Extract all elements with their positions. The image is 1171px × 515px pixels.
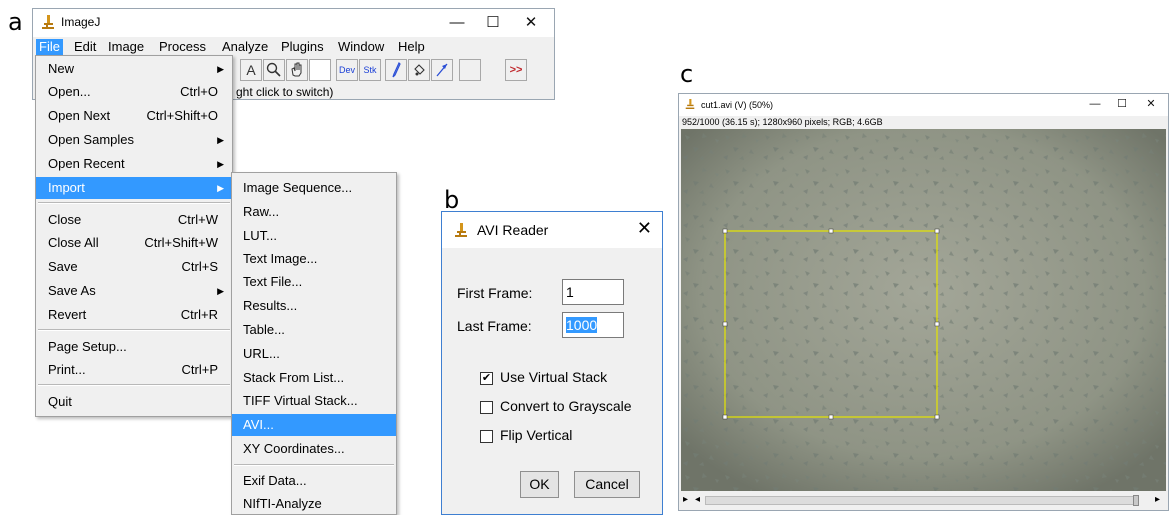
- microscope-icon: [455, 223, 467, 237]
- menu-edit[interactable]: Edit: [71, 39, 99, 55]
- file-menu-open-next[interactable]: Open Next Ctrl+Shift+O: [36, 105, 232, 127]
- menu-separator: [38, 384, 230, 386]
- scroll-right-button[interactable]: ▸: [1155, 494, 1160, 505]
- import-lut[interactable]: LUT...: [232, 225, 396, 247]
- stk-tool[interactable]: Stk: [359, 59, 381, 81]
- maximize-button[interactable]: ☐: [473, 11, 513, 35]
- import-text-file[interactable]: Text File...: [232, 271, 396, 293]
- microscope-icon: [685, 99, 695, 109]
- dialog-title: AVI Reader: [477, 222, 549, 238]
- scroll-left-button[interactable]: ◂: [695, 494, 700, 505]
- microscope-icon: [42, 15, 54, 29]
- convert-grayscale-checkbox[interactable]: [480, 401, 493, 414]
- menu-bar: File Edit Image Process Analyze Plugins …: [33, 37, 554, 57]
- file-menu-save[interactable]: Save Ctrl+S: [36, 256, 232, 278]
- arrow-tool-icon[interactable]: [431, 59, 453, 81]
- brush-icon[interactable]: [385, 59, 407, 81]
- close-button[interactable]: ✕: [1131, 92, 1171, 116]
- hand-icon[interactable]: [286, 59, 308, 81]
- window-title: ImageJ: [61, 15, 101, 29]
- file-menu-print[interactable]: Print... Ctrl+P: [36, 359, 232, 381]
- menu-separator: [38, 202, 230, 204]
- chevron-right-icon: ▶: [217, 135, 224, 145]
- flip-vertical-checkbox[interactable]: [480, 430, 493, 443]
- avi-reader-dialog: AVI Reader ✕ First Frame: 1 Last Frame: …: [441, 211, 663, 515]
- import-results[interactable]: Results...: [232, 295, 396, 317]
- text-tool[interactable]: A: [240, 59, 262, 81]
- convert-grayscale-label: Convert to Grayscale: [500, 398, 632, 414]
- menu-separator: [38, 329, 230, 331]
- scroll-thumb[interactable]: [1133, 495, 1139, 506]
- scroll-left-icon[interactable]: ▸: [683, 494, 688, 505]
- file-menu-open-recent[interactable]: Open Recent ▶: [36, 153, 232, 175]
- import-image-sequence[interactable]: Image Sequence...: [232, 177, 396, 199]
- import-nifti-analyze[interactable]: NIfTI-Analyze: [232, 493, 396, 515]
- import-exif-data[interactable]: Exif Data...: [232, 470, 396, 492]
- use-virtual-stack-checkbox[interactable]: ✔: [480, 372, 493, 385]
- file-menu-page-setup[interactable]: Page Setup...: [36, 336, 232, 358]
- status-text: ght click to switch): [236, 85, 334, 99]
- empty-tool-slot[interactable]: [459, 59, 481, 81]
- file-menu-open-samples[interactable]: Open Samples ▶: [36, 129, 232, 151]
- menu-image[interactable]: Image: [105, 39, 147, 55]
- panel-label-a: a: [8, 8, 23, 36]
- color-picker-tool[interactable]: [309, 59, 331, 81]
- file-menu-close-all[interactable]: Close All Ctrl+Shift+W: [36, 232, 232, 254]
- image-window-title: cut1.avi (V) (50%): [701, 100, 774, 110]
- chevron-right-icon: ▶: [217, 64, 224, 74]
- import-url[interactable]: URL...: [232, 343, 396, 365]
- import-text-image[interactable]: Text Image...: [232, 248, 396, 270]
- import-table[interactable]: Table...: [232, 319, 396, 341]
- first-frame-label: First Frame:: [457, 285, 533, 301]
- panel-label-c: c: [680, 60, 694, 88]
- chevron-right-icon: ▶: [217, 159, 224, 169]
- import-stack-from-list[interactable]: Stack From List...: [232, 367, 396, 389]
- imagej-titlebar: ImageJ — ☐ ✕: [33, 9, 554, 37]
- chevron-right-icon: ▶: [217, 183, 224, 193]
- minimize-button[interactable]: —: [437, 11, 477, 35]
- file-menu-dropdown: New ▶ Open... Ctrl+O Open Next Ctrl+Shift+O…: [35, 55, 233, 417]
- flip-vertical-label: Flip Vertical: [500, 427, 573, 443]
- dialog-titlebar: AVI Reader ✕: [442, 212, 662, 248]
- menu-help[interactable]: Help: [395, 39, 428, 55]
- file-menu-open[interactable]: Open... Ctrl+O: [36, 81, 232, 103]
- file-menu-import[interactable]: Import ▶: [36, 177, 232, 199]
- menu-process[interactable]: Process: [156, 39, 209, 55]
- menu-plugins[interactable]: Plugins: [278, 39, 327, 55]
- import-tiff-virtual-stack[interactable]: TIFF Virtual Stack...: [232, 390, 396, 412]
- menu-file[interactable]: File: [36, 39, 63, 55]
- chevron-right-icon: ▶: [217, 286, 224, 296]
- import-avi[interactable]: AVI...: [232, 414, 396, 436]
- first-frame-input[interactable]: 1: [562, 279, 624, 305]
- ok-button[interactable]: OK: [520, 471, 559, 498]
- use-virtual-stack-label: Use Virtual Stack: [500, 369, 608, 385]
- file-menu-close[interactable]: Close Ctrl+W: [36, 209, 232, 231]
- close-button[interactable]: ✕: [511, 11, 551, 35]
- scroll-track[interactable]: [705, 496, 1137, 505]
- close-icon[interactable]: ✕: [637, 218, 652, 239]
- panel-label-b: b: [444, 186, 460, 214]
- more-tools-button[interactable]: >>: [505, 59, 527, 81]
- file-menu-new[interactable]: New ▶: [36, 58, 232, 80]
- menu-analyze[interactable]: Analyze: [219, 39, 271, 55]
- frame-scrollbar[interactable]: ▸ ◂ ▸: [681, 494, 1166, 507]
- image-window-titlebar: cut1.avi (V) (50%) — ☐ ✕: [679, 94, 1168, 116]
- magnifier-icon[interactable]: [263, 59, 285, 81]
- import-xy-coordinates[interactable]: XY Coordinates...: [232, 438, 396, 460]
- image-info: 952/1000 (36.15 s); 1280x960 pixels; RGB…: [682, 117, 883, 127]
- file-menu-quit[interactable]: Quit: [36, 391, 232, 413]
- menu-window[interactable]: Window: [335, 39, 387, 55]
- file-menu-save-as[interactable]: Save As ▶: [36, 280, 232, 302]
- import-raw[interactable]: Raw...: [232, 201, 396, 223]
- file-menu-revert[interactable]: Revert Ctrl+R: [36, 304, 232, 326]
- import-submenu: Image Sequence... Raw... LUT... Text Ima…: [231, 172, 397, 515]
- dev-tool[interactable]: Dev: [336, 59, 358, 81]
- flood-fill-icon[interactable]: [408, 59, 430, 81]
- last-frame-input[interactable]: 1000: [562, 312, 624, 338]
- cancel-button[interactable]: Cancel: [574, 471, 640, 498]
- image-window: cut1.avi (V) (50%) — ☐ ✕ 952/1000 (36.15…: [678, 93, 1169, 511]
- menu-separator: [234, 464, 394, 466]
- image-canvas[interactable]: [681, 129, 1166, 491]
- last-frame-label: Last Frame:: [457, 318, 532, 334]
